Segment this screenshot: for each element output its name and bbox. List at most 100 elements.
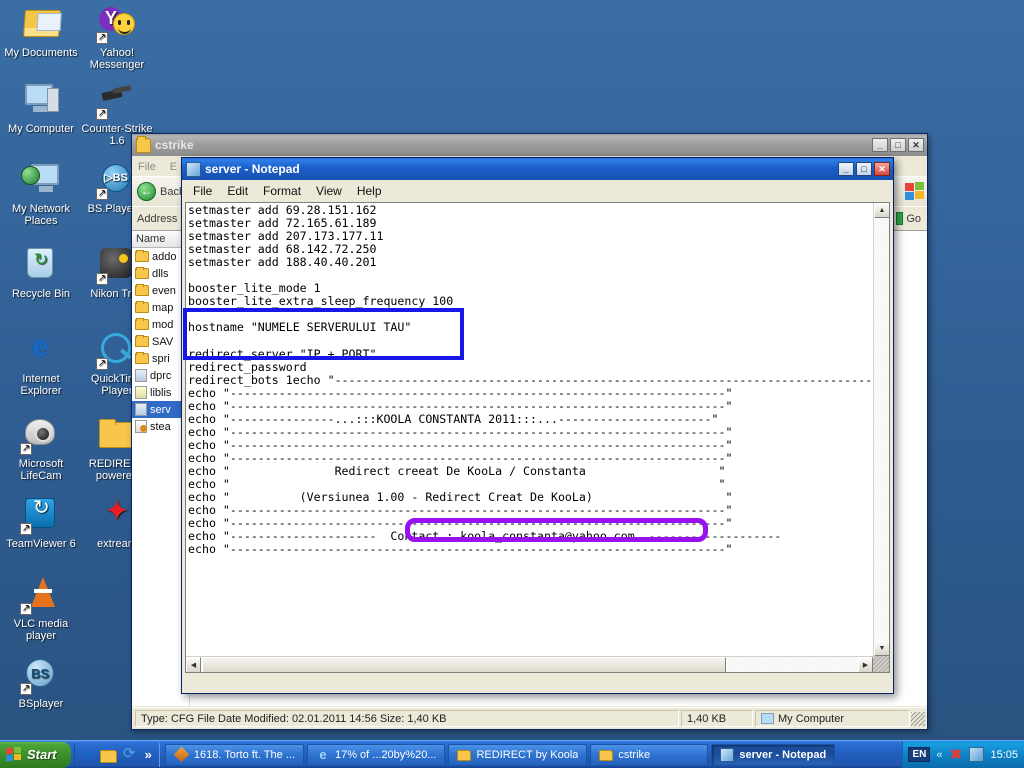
folder-icon [457, 750, 472, 761]
vlc-media-player-icon: ↗ [19, 575, 63, 615]
notepad-window-title: server - Notepad [205, 162, 300, 176]
explorer-window-controls[interactable]: _ □ ✕ [872, 138, 924, 152]
notepad-text-content[interactable]: setmaster add 69.28.151.162 setmaster ad… [188, 204, 873, 656]
desktop-icon-my-documents[interactable]: My Documents [2, 4, 80, 59]
show-desktop-icon[interactable] [99, 749, 117, 763]
minimize-button[interactable]: _ [872, 138, 888, 152]
notepad-window[interactable]: server - Notepad _ □ ✕ File Edit Format … [181, 157, 894, 694]
scroll-left-button[interactable]: ◀ [186, 657, 201, 672]
folder-icon [136, 135, 151, 153]
desktop-icon-label: My Network Places [11, 203, 71, 227]
scroll-up-button[interactable]: ▲ [874, 203, 889, 218]
menu-format[interactable]: Format [263, 184, 301, 198]
taskbar-window-buttons[interactable]: 1618. Torto ft. The ... e 17% of ...20by… [160, 743, 903, 766]
desktop-icon-my-computer[interactable]: My Computer [2, 80, 80, 135]
notepad-icon [720, 747, 735, 762]
taskbar-button-download[interactable]: e 17% of ...20by%20... [306, 743, 446, 766]
network-icon[interactable] [969, 747, 985, 762]
menu-view[interactable]: View [316, 184, 342, 198]
scroll-right-button[interactable]: ▶ [858, 657, 873, 672]
my-computer-icon [19, 80, 63, 120]
windows-flag-icon [6, 747, 22, 762]
notepad-icon [186, 161, 201, 177]
desktop-icon-label: Recycle Bin [11, 288, 71, 300]
taskbar-button-server-notepad[interactable]: server - Notepad [711, 743, 836, 766]
internet-explorer-icon[interactable]: e [79, 746, 96, 763]
desktop-icon-teamviewer[interactable]: ↗ TeamViewer 6 [2, 495, 80, 550]
chevron-right-icon[interactable]: » [142, 747, 155, 762]
menu-file[interactable]: File [193, 184, 212, 198]
close-button[interactable]: ✕ [908, 138, 924, 152]
microsoft-lifecam-icon: ↗ [19, 415, 63, 455]
go-button-label: Go [906, 212, 921, 225]
notepad-titlebar[interactable]: server - Notepad _ □ ✕ [182, 158, 893, 180]
steam-file-icon [135, 420, 147, 433]
start-button[interactable]: Start [0, 741, 71, 768]
internet-explorer-icon: e [32, 330, 49, 363]
desktop-icon-label: My Computer [7, 123, 75, 135]
scrollbar-corner [873, 656, 889, 672]
maximize-button[interactable]: □ [890, 138, 906, 152]
desktop-icon-yahoo-messenger[interactable]: Y ↗ Yahoo! Messenger [78, 4, 156, 71]
address-label: Address [137, 212, 178, 225]
internet-explorer-icon: e [319, 746, 327, 762]
taskbar-button-media[interactable]: 1618. Torto ft. The ... [164, 743, 304, 766]
desktop-icon-label: Yahoo! Messenger [89, 47, 145, 71]
folder-icon [135, 250, 149, 262]
media-icon [173, 746, 190, 763]
dll-file-icon [135, 386, 147, 399]
taskbar-button-redirect-by-koola[interactable]: REDIRECT by Koola [448, 743, 588, 766]
desktop-icon-label: TeamViewer 6 [6, 538, 76, 550]
menu-help[interactable]: Help [357, 184, 382, 198]
taskbar: Start e ⟳ » 1618. Torto ft. The ... e 17… [0, 740, 1024, 768]
explorer-titlebar[interactable]: cstrike _ □ ✕ [132, 134, 927, 156]
folder-icon [135, 352, 149, 364]
my-documents-icon [19, 4, 63, 44]
menu-edit[interactable]: E [170, 161, 177, 173]
desktop-icon-my-network-places[interactable]: My Network Places [2, 160, 80, 227]
counter-strike-icon: ↗ [95, 80, 139, 120]
menu-edit[interactable]: Edit [227, 184, 248, 198]
clock[interactable]: 15:05 [990, 749, 1018, 761]
minimize-button[interactable]: _ [838, 162, 854, 176]
language-indicator[interactable]: EN [908, 747, 931, 762]
desktop-icon-label: Microsoft LifeCam [18, 458, 64, 482]
tray-expand-icon[interactable]: « [936, 749, 942, 761]
status-details: Type: CFG File Date Modified: 02.01.2011… [135, 710, 679, 727]
status-size: 1,40 KB [681, 710, 753, 727]
desktop-icon-vlc-media-player[interactable]: ↗ VLC media player [2, 575, 80, 642]
recycle-bin-icon [19, 245, 63, 285]
desktop-icon-microsoft-lifecam[interactable]: ↗ Microsoft LifeCam [2, 415, 80, 482]
explorer-statusbar: Type: CFG File Date Modified: 02.01.2011… [132, 707, 927, 729]
system-tray[interactable]: EN « ✖ 15:05 [902, 740, 1024, 768]
notepad-menubar[interactable]: File Edit Format View Help [183, 181, 892, 201]
antivirus-icon[interactable]: ✖ [948, 747, 963, 762]
my-network-places-icon [19, 160, 63, 200]
desktop-icon-bsplayer[interactable]: BS ↗ BSplayer [2, 655, 80, 710]
desktop-icon-label: Internet Explorer [20, 373, 62, 397]
quick-launch-bar[interactable]: e ⟳ » [73, 742, 160, 767]
status-location: My Computer [755, 710, 910, 727]
menu-file[interactable]: File [138, 161, 156, 173]
vertical-scrollbar[interactable]: ▲ ▼ [873, 203, 889, 656]
folder-icon [135, 301, 149, 313]
desktop-icon-internet-explorer[interactable]: e Internet Explorer [2, 330, 80, 398]
refresh-icon[interactable]: ⟳ [121, 746, 138, 763]
resize-grip[interactable] [911, 711, 925, 726]
desktop-icon-label: VLC media player [13, 618, 69, 642]
scroll-down-button[interactable]: ▼ [874, 641, 889, 656]
close-button[interactable]: ✕ [874, 162, 890, 176]
horizontal-scroll-thumb[interactable] [202, 657, 726, 672]
folder-icon [135, 267, 149, 279]
notepad-text-area[interactable]: setmaster add 69.28.151.162 setmaster ad… [185, 202, 890, 673]
back-button[interactable]: ← Back [137, 182, 184, 201]
horizontal-scrollbar[interactable]: ◀ ▶ [186, 656, 873, 672]
taskbar-button-cstrike[interactable]: cstrike [590, 743, 709, 766]
cfg-file-icon [135, 369, 147, 382]
maximize-button[interactable]: □ [856, 162, 872, 176]
desktop-icon-recycle-bin[interactable]: Recycle Bin [2, 245, 80, 300]
start-button-label: Start [27, 747, 57, 762]
yahoo-messenger-icon: Y ↗ [95, 4, 139, 44]
notepad-window-controls[interactable]: _ □ ✕ [838, 162, 890, 176]
go-button[interactable]: Go [893, 209, 927, 228]
